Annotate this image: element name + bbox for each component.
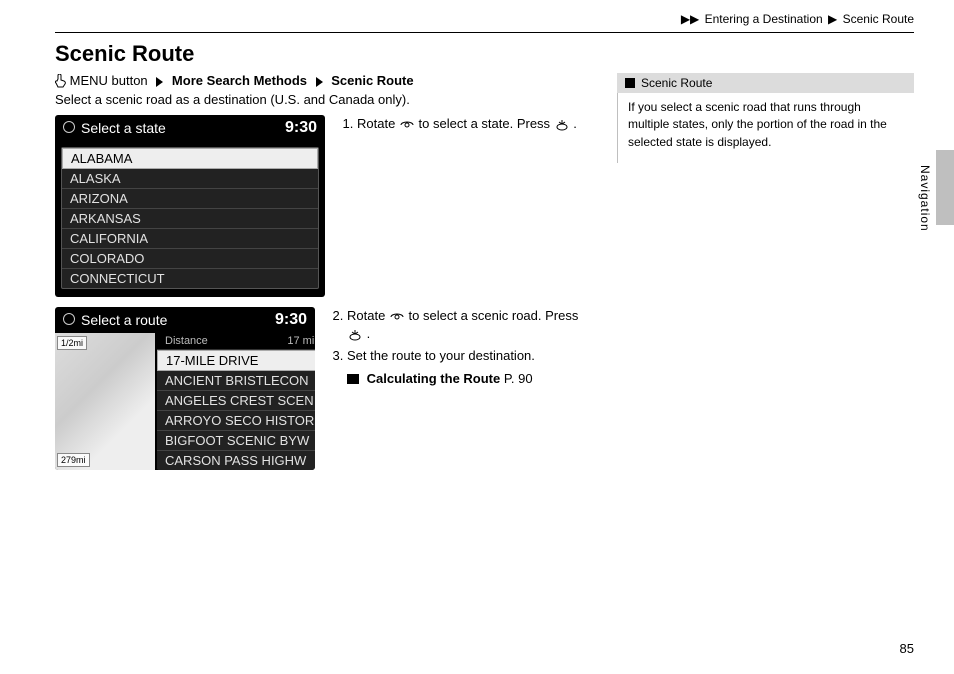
step-2-a: Rotate bbox=[347, 308, 389, 323]
side-tab bbox=[936, 150, 954, 225]
side-tab-label: Navigation bbox=[918, 165, 932, 232]
book-icon bbox=[347, 374, 359, 384]
list-item: ARROYO SECO HISTOR bbox=[157, 411, 315, 431]
nav-path: MENU button More Search Methods Scenic R… bbox=[55, 73, 595, 88]
list-item: ALASKA bbox=[62, 169, 318, 189]
screenshot-clock: 9:30 bbox=[285, 119, 317, 137]
column-right: Scenic Route If you select a scenic road… bbox=[617, 73, 914, 480]
screenshot-title: Select a state bbox=[63, 120, 166, 136]
screenshot-title: Select a route bbox=[63, 312, 167, 328]
note-body: If you select a scenic road that runs th… bbox=[617, 93, 914, 163]
screenshot-body: ALABAMA ALASKA ARIZONA ARKANSAS CALIFORN… bbox=[55, 141, 325, 297]
scale-top: 1/2mi bbox=[57, 336, 87, 350]
distance-value: 17 mi bbox=[287, 335, 314, 347]
crossref-label: Calculating the Route bbox=[367, 371, 501, 386]
list-item: BIGFOOT SCENIC BYW bbox=[157, 431, 315, 451]
content-columns: MENU button More Search Methods Scenic R… bbox=[55, 73, 914, 480]
press-dial-icon bbox=[347, 329, 363, 341]
list-item: CALIFORNIA bbox=[62, 229, 318, 249]
list-item: CONNECTICUT bbox=[62, 269, 318, 288]
list-item: ARKANSAS bbox=[62, 209, 318, 229]
nav-more-search: More Search Methods bbox=[172, 73, 307, 88]
state-list: ALABAMA ALASKA ARIZONA ARKANSAS CALIFORN… bbox=[61, 147, 319, 289]
triangle-right-icon bbox=[156, 77, 163, 87]
press-dial-icon bbox=[554, 119, 570, 131]
list-item: COLORADO bbox=[62, 249, 318, 269]
chevron-right-icon: ▶ bbox=[826, 12, 839, 26]
list-item: ANCIENT BRISTLECON bbox=[157, 371, 315, 391]
step-3-text: Set the route to your destination. bbox=[347, 348, 535, 363]
page-title: Scenic Route bbox=[55, 41, 914, 67]
list-item: 17-MILE DRIVE bbox=[157, 350, 315, 371]
page: ▶▶ Entering a Destination ▶ Scenic Route… bbox=[0, 0, 954, 674]
screenshot-header: Select a state 9:30 bbox=[55, 115, 325, 141]
screenshot-header: Select a route 9:30 bbox=[55, 307, 315, 333]
crossref-page: P. 90 bbox=[504, 371, 533, 386]
chevron-right-icon: ▶▶ bbox=[679, 12, 701, 26]
step-1-c: . bbox=[573, 116, 577, 131]
breadcrumb-l2: Scenic Route bbox=[843, 12, 914, 26]
list-item: ANGELES CREST SCEN bbox=[157, 391, 315, 411]
nav-menu-button: MENU button bbox=[70, 73, 148, 88]
step-2: Rotate to select a scenic road. Press . bbox=[347, 307, 595, 343]
step-1: Rotate to select a state. Press . bbox=[357, 115, 577, 133]
list-item: ALABAMA bbox=[62, 148, 318, 169]
hand-icon bbox=[55, 74, 66, 88]
nav-screenshot-route: Select a route 9:30 1/2mi 279mi Distance… bbox=[55, 307, 315, 470]
step-2-c: . bbox=[367, 326, 371, 341]
note-heading: Scenic Route bbox=[641, 76, 712, 90]
subtitle: Select a scenic road as a destination (U… bbox=[55, 92, 595, 107]
scale-bottom: 279mi bbox=[57, 453, 90, 467]
step-3: Set the route to your destination. Calcu… bbox=[347, 347, 595, 387]
step-1-b: to select a state. Press bbox=[419, 116, 554, 131]
nav-scenic-route: Scenic Route bbox=[331, 73, 413, 88]
rotate-dial-icon bbox=[389, 311, 405, 323]
list-item: CARSON PASS HIGHW bbox=[157, 451, 315, 470]
note-icon bbox=[625, 78, 635, 88]
rotate-dial-icon bbox=[399, 119, 415, 131]
step-1-text: Rotate to select a state. Press . bbox=[339, 115, 577, 137]
note-header: Scenic Route bbox=[617, 73, 914, 93]
map-panel: 1/2mi 279mi bbox=[55, 333, 157, 470]
step-1-a: Rotate bbox=[357, 116, 399, 131]
route-right-panel: Distance 17 mi 17-MILE DRIVE ANCIENT BRI… bbox=[157, 333, 315, 470]
list-item: ARIZONA bbox=[62, 189, 318, 209]
screenshot-clock: 9:30 bbox=[275, 311, 307, 329]
screenshot-body: 1/2mi 279mi Distance 17 mi 17-MILE DRIVE… bbox=[55, 333, 315, 470]
crossref: Calculating the Route P. 90 bbox=[347, 370, 595, 388]
route-subheader: Distance 17 mi bbox=[157, 333, 315, 350]
breadcrumb-l1: Entering a Destination bbox=[705, 12, 823, 26]
column-left: MENU button More Search Methods Scenic R… bbox=[55, 73, 595, 480]
step-block-2: Select a route 9:30 1/2mi 279mi Distance… bbox=[55, 307, 595, 470]
step-23-text: Rotate to select a scenic road. Press . … bbox=[329, 307, 595, 392]
page-number: 85 bbox=[900, 641, 914, 656]
triangle-right-icon bbox=[316, 77, 323, 87]
breadcrumb: ▶▶ Entering a Destination ▶ Scenic Route bbox=[55, 12, 914, 33]
step-2-b: to select a scenic road. Press bbox=[409, 308, 579, 323]
distance-label: Distance bbox=[165, 335, 208, 347]
nav-screenshot-state: Select a state 9:30 ALABAMA ALASKA ARIZO… bbox=[55, 115, 325, 297]
route-list: 17-MILE DRIVE ANCIENT BRISTLECON ANGELES… bbox=[157, 350, 315, 470]
step-block-1: Select a state 9:30 ALABAMA ALASKA ARIZO… bbox=[55, 115, 595, 297]
